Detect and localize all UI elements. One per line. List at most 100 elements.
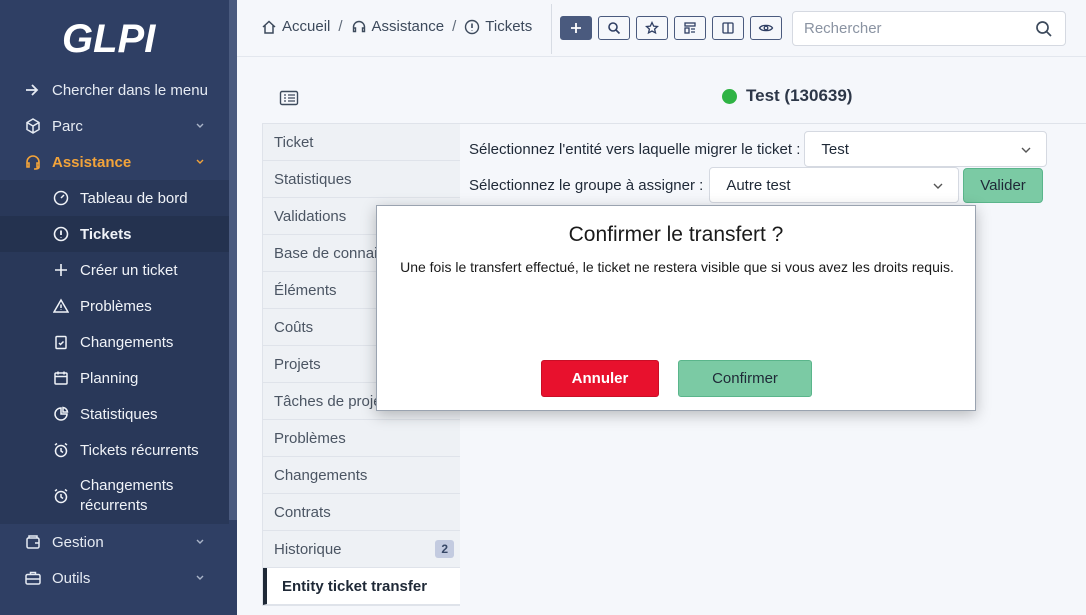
tab-label: Base de connai [274,244,378,262]
count-badge: 2 [435,540,454,558]
group-label: Sélectionnez le groupe à assigner : [469,176,704,194]
alarm-icon [52,441,70,459]
svg-text:GLPI: GLPI [62,17,156,61]
toolbar [560,16,782,40]
favorite-button[interactable] [636,16,668,40]
sidebar-item-changements-recurrents[interactable]: Changements récurrents [0,468,229,524]
sidebar-item-label: Changements récurrents [80,477,174,514]
header-divider [551,4,552,54]
entity-select[interactable]: Test [804,131,1048,167]
breadcrumb-tickets-link[interactable]: Tickets [485,18,532,35]
tab-historique[interactable]: Historique 2 [263,531,460,568]
sidebar-item-label: Assistance [52,153,132,171]
box-icon [24,117,42,135]
eye-icon [758,24,774,32]
sidebar-item-creer-un-ticket[interactable]: Créer un ticket [0,252,229,288]
glpi-logo[interactable]: GLPI [62,14,172,62]
sidebar-item-planning[interactable]: Planning [0,360,229,396]
chevron-down-icon [1021,147,1031,153]
add-button[interactable] [560,16,592,40]
tab-label: Coûts [274,318,314,336]
sidebar-item-statistiques[interactable]: Statistiques [0,396,229,432]
chevron-down-icon [196,123,204,128]
search-input[interactable] [793,12,1023,45]
tab-statistiques[interactable]: Statistiques [263,161,460,198]
tab-label: Tâches de proje [274,392,382,410]
plus-icon [52,261,70,279]
breadcrumb-separator: / [338,18,343,35]
tab-ticket[interactable]: Ticket [263,124,460,161]
headset-icon [351,19,367,35]
pie-chart-icon [52,405,70,423]
chevron-down-icon [196,575,204,580]
tab-contrats[interactable]: Contrats [263,494,460,531]
dialog-message: Une fois le transfert effectué, le ticke… [400,259,954,275]
status-dot [722,88,737,104]
search-icon [608,22,621,35]
tab-entity-ticket-transfer[interactable]: Entity ticket transfer [263,568,460,605]
confirm-button[interactable]: Confirmer [678,360,812,397]
confirm-dialog: Confirmer le transfert ? Une fois le tra… [376,205,976,411]
chevron-down-icon [933,183,943,189]
tab-label: Entity ticket transfer [282,577,428,595]
tab-problemes[interactable]: Problèmes [263,420,460,457]
sidebar-item-gestion[interactable]: Gestion [0,524,229,560]
sidebar-nav: Chercher dans le menu Parc Assistance Ta… [0,72,229,596]
sidebar-item-problemes[interactable]: Problèmes [0,288,229,324]
dashboard-icon [52,189,70,207]
breadcrumb-separator: / [452,18,457,35]
sidebar-item-changements[interactable]: Changements [0,324,229,360]
sidebar-item-label: Créer un ticket [80,261,178,279]
breadcrumb-home-link[interactable]: Accueil [282,18,330,35]
search-icon[interactable] [1035,20,1053,38]
sidebar-item-outils[interactable]: Outils [0,560,229,596]
chevron-down-icon [196,159,204,164]
sidebar-item-tableau-de-bord[interactable]: Tableau de bord [0,180,229,216]
view-button[interactable] [750,16,782,40]
columns-button[interactable] [712,16,744,40]
entity-row: Sélectionnez l'entité vers laquelle migr… [469,131,1048,167]
plus-icon [571,23,581,33]
sidebar-item-search-menu[interactable]: Chercher dans le menu [0,72,229,108]
submit-button[interactable]: Valider [963,168,1043,203]
tab-label: Changements [274,466,368,484]
wallet-icon [24,533,42,551]
template-button[interactable] [674,16,706,40]
sidebar-item-label: Tableau de bord [80,189,188,207]
sidebar-item-label: Changements [80,333,174,351]
sidebar: GLPI Chercher dans le menu Parc Assistan… [0,0,237,615]
sidebar-item-tickets[interactable]: Tickets [0,216,229,252]
alert-circle-icon [464,19,480,35]
sidebar-item-label: Statistiques [80,405,158,423]
chevron-down-icon [196,539,204,544]
tab-label: Ticket [274,133,314,151]
sidebar-scrollbar[interactable] [229,0,237,520]
breadcrumb-assistance-link[interactable]: Assistance [372,18,445,35]
list-toggle-icon[interactable] [279,90,299,106]
tab-label: Éléments [274,281,337,299]
sidebar-item-assistance[interactable]: Assistance [0,144,229,180]
sidebar-item-parc[interactable]: Parc [0,108,229,144]
group-select[interactable]: Autre test [709,167,960,203]
search-button[interactable] [598,16,630,40]
alert-circle-icon [52,225,70,243]
headset-icon [24,153,42,171]
dialog-title: Confirmer le transfert ? [568,223,784,246]
briefcase-icon [24,569,42,587]
sidebar-item-label: Parc [52,117,83,135]
tab-label: Validations [274,207,347,225]
star-icon [645,21,659,35]
assistance-submenu: Tableau de bord Tickets Créer un ticket … [0,180,229,524]
tab-label: Statistiques [274,170,352,188]
item-title-text: Test (130639) [746,86,853,105]
item-title: Test (130639) [722,86,852,106]
sidebar-item-label: Chercher dans le menu [52,81,208,99]
tab-label: Projets [274,355,321,373]
sidebar-item-label: Outils [52,569,91,587]
clipboard-check-icon [52,333,70,351]
tab-changements[interactable]: Changements [263,457,460,494]
alert-triangle-icon [52,297,70,315]
sidebar-item-tickets-recurrents[interactable]: Tickets récurrents [0,432,229,468]
tab-label: Problèmes [274,429,346,447]
cancel-button[interactable]: Annuler [541,360,659,397]
